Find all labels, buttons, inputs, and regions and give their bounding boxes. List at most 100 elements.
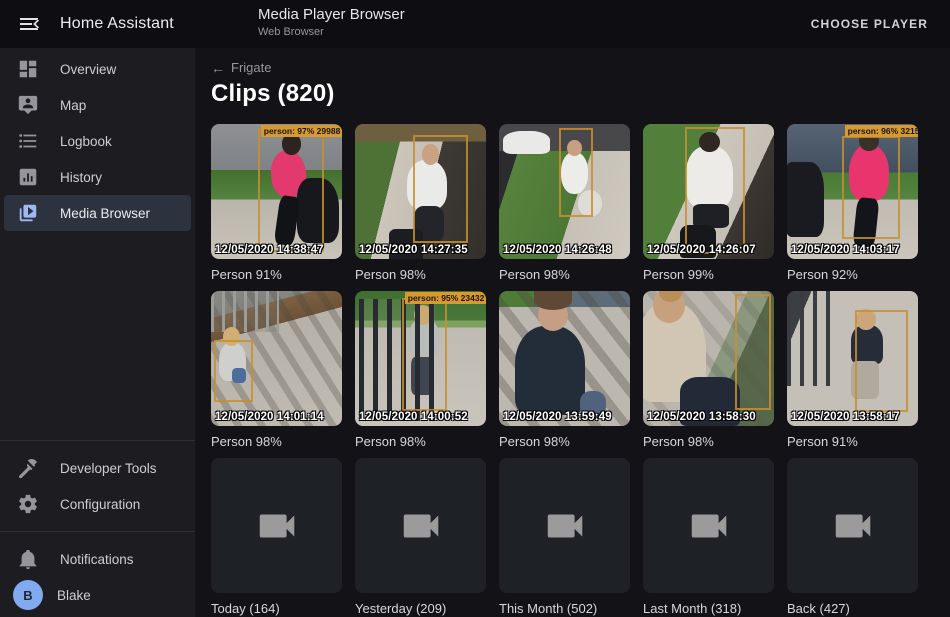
folder-label: Last Month (318) [643, 601, 774, 616]
clip-item[interactable]: person: 97% 2998812/05/2020 14:38:47Pers… [211, 124, 342, 282]
clip-timestamp: 12/05/2020 14:27:35 [359, 244, 468, 256]
media-icon [16, 201, 40, 225]
folder-item[interactable]: Last Month (318) [643, 458, 774, 616]
folder-item[interactable]: Back (427) [787, 458, 918, 616]
clip-label: Person 98% [211, 434, 342, 449]
sidebar-item-logbook[interactable]: Logbook [4, 123, 191, 159]
detection-box [559, 128, 593, 217]
topbar-title: Media Player Browser [258, 6, 405, 25]
folder-card[interactable] [499, 458, 630, 593]
clip-item[interactable]: 12/05/2020 14:01:14 Person 98% [211, 291, 342, 449]
sidebar-item-label: Notifications [60, 552, 134, 567]
sidebar-item-label: History [60, 170, 102, 185]
detection-tag: person: 95% 23432 [405, 292, 486, 304]
detection-box [855, 310, 907, 413]
sidebar-item-media-browser[interactable]: Media Browser [4, 195, 191, 231]
folder-label: Back (427) [787, 601, 918, 616]
clip-label: Person 98% [499, 434, 630, 449]
folder-item[interactable]: Yesterday (209) [355, 458, 486, 616]
folder-label: Yesterday (209) [355, 601, 486, 616]
clip-thumbnail[interactable]: person: 97% 2998812/05/2020 14:38:47 [211, 124, 342, 259]
sidebar-item-notifications[interactable]: Notifications [4, 541, 191, 577]
clip-label: Person 98% [355, 267, 486, 282]
detection-tag: person: 96% 32154 [845, 125, 918, 137]
detection-box [258, 128, 324, 252]
clip-label: Person 98% [643, 434, 774, 449]
folder-card[interactable] [211, 458, 342, 593]
clip-thumbnail[interactable]: 12/05/2020 14:01:14 [211, 291, 342, 426]
clip-item[interactable]: 12/05/2020 13:58:17 Person 91% [787, 291, 918, 449]
clip-item[interactable]: person: 95% 23432 12/05/2020 14:00:52 Pers… [355, 291, 486, 449]
clip-label: Person 91% [787, 434, 918, 449]
detection-tag: person: 97% 29988 [261, 125, 342, 137]
clip-timestamp: 12/05/2020 13:58:17 [791, 411, 900, 423]
clip-item[interactable]: 12/05/2020 14:27:35 Person 98% [355, 124, 486, 282]
clip-thumbnail[interactable]: 12/05/2020 14:27:35 [355, 124, 486, 259]
menu-icon[interactable] [17, 12, 41, 36]
clip-timestamp: 12/05/2020 13:58:30 [647, 411, 756, 423]
clip-timestamp: 12/05/2020 14:03:17 [791, 244, 900, 256]
sidebar-item-user[interactable]: B Blake [4, 577, 191, 613]
folder-card[interactable] [643, 458, 774, 593]
back-label: Frigate [231, 60, 271, 75]
app-window: Home Assistant Media Player Browser Web … [0, 0, 950, 617]
sidebar-item-history[interactable]: History [4, 159, 191, 195]
back-link[interactable]: ← Frigate [211, 60, 271, 75]
clip-timestamp: 12/05/2020 14:01:14 [215, 411, 324, 423]
dashboard-icon [16, 57, 40, 81]
bell-icon [16, 547, 40, 571]
clip-thumbnail[interactable]: person: 95% 23432 12/05/2020 14:00:52 [355, 291, 486, 426]
clip-thumbnail[interactable]: 12/05/2020 13:59:49 [499, 291, 630, 426]
history-icon [16, 165, 40, 189]
clip-thumbnail[interactable]: 12/05/2020 13:58:17 [787, 291, 918, 426]
scene-shape [787, 291, 839, 386]
sidebar-item-map[interactable]: Map [4, 87, 191, 123]
detection-box [735, 294, 772, 410]
scene-shape [787, 162, 824, 238]
folder-item[interactable]: This Month (502) [499, 458, 630, 616]
choose-player-button[interactable]: CHOOSE PLAYER [805, 9, 934, 39]
logbook-icon [16, 129, 40, 153]
clip-timestamp: 12/05/2020 14:00:52 [359, 411, 468, 423]
clip-label: Person 98% [499, 267, 630, 282]
sidebar-item-label: Logbook [60, 134, 112, 149]
user-name: Blake [57, 588, 91, 603]
sidebar-item-label: Media Browser [60, 206, 150, 221]
clip-timestamp: 12/05/2020 14:26:48 [503, 244, 612, 256]
top-app-bar: Home Assistant Media Player Browser Web … [0, 0, 950, 48]
sidebar-item-developer-tools[interactable]: Developer Tools [4, 450, 191, 486]
video-icon [830, 503, 876, 549]
clip-thumbnail[interactable]: 12/05/2020 14:26:48 [499, 124, 630, 259]
clip-item[interactable]: 12/05/2020 14:26:07Person 99% [643, 124, 774, 282]
avatar: B [13, 580, 43, 610]
scene-shape [515, 326, 586, 415]
folder-item[interactable]: Today (164) [211, 458, 342, 616]
detection-box [413, 135, 468, 243]
clip-item[interactable]: 12/05/2020 13:58:30 Person 98% [643, 291, 774, 449]
clip-thumbnail[interactable]: 12/05/2020 13:58:30 [643, 291, 774, 426]
video-icon [542, 503, 588, 549]
clip-thumbnail[interactable]: 12/05/2020 14:26:07 [643, 124, 774, 259]
sidebar-item-configuration[interactable]: Configuration [4, 486, 191, 522]
sidebar: OverviewMap Logbook History Media Browser D… [0, 48, 195, 617]
clip-item[interactable]: 12/05/2020 13:59:49 Person 98% [499, 291, 630, 449]
detection-box [842, 136, 900, 239]
clip-item[interactable]: 12/05/2020 14:26:48 Person 98% [499, 124, 630, 282]
page-title: Clips (820) [211, 80, 934, 108]
hammer-icon [16, 456, 40, 480]
clip-item[interactable]: person: 96% 32154 12/05/2020 14:03:17 Pers… [787, 124, 918, 282]
sidebar-footer-group: Notifications B Blake [0, 538, 195, 617]
clip-thumbnail[interactable]: person: 96% 32154 12/05/2020 14:03:17 [787, 124, 918, 259]
clip-label: Person 92% [787, 267, 918, 282]
clip-timestamp: 12/05/2020 14:26:07 [647, 244, 756, 256]
sidebar-spacer [0, 231, 195, 440]
folder-label: Today (164) [211, 601, 342, 616]
scene-shape [211, 291, 279, 332]
sidebar-item-label: Configuration [60, 497, 140, 512]
back-arrow-icon: ← [211, 61, 225, 75]
folder-card[interactable] [787, 458, 918, 593]
clip-label: Person 98% [355, 434, 486, 449]
media-browser-content: ← Frigate Clips (820) person: 97% 299881… [195, 48, 950, 617]
sidebar-item-overview[interactable]: Overview [4, 51, 191, 87]
folder-card[interactable] [355, 458, 486, 593]
